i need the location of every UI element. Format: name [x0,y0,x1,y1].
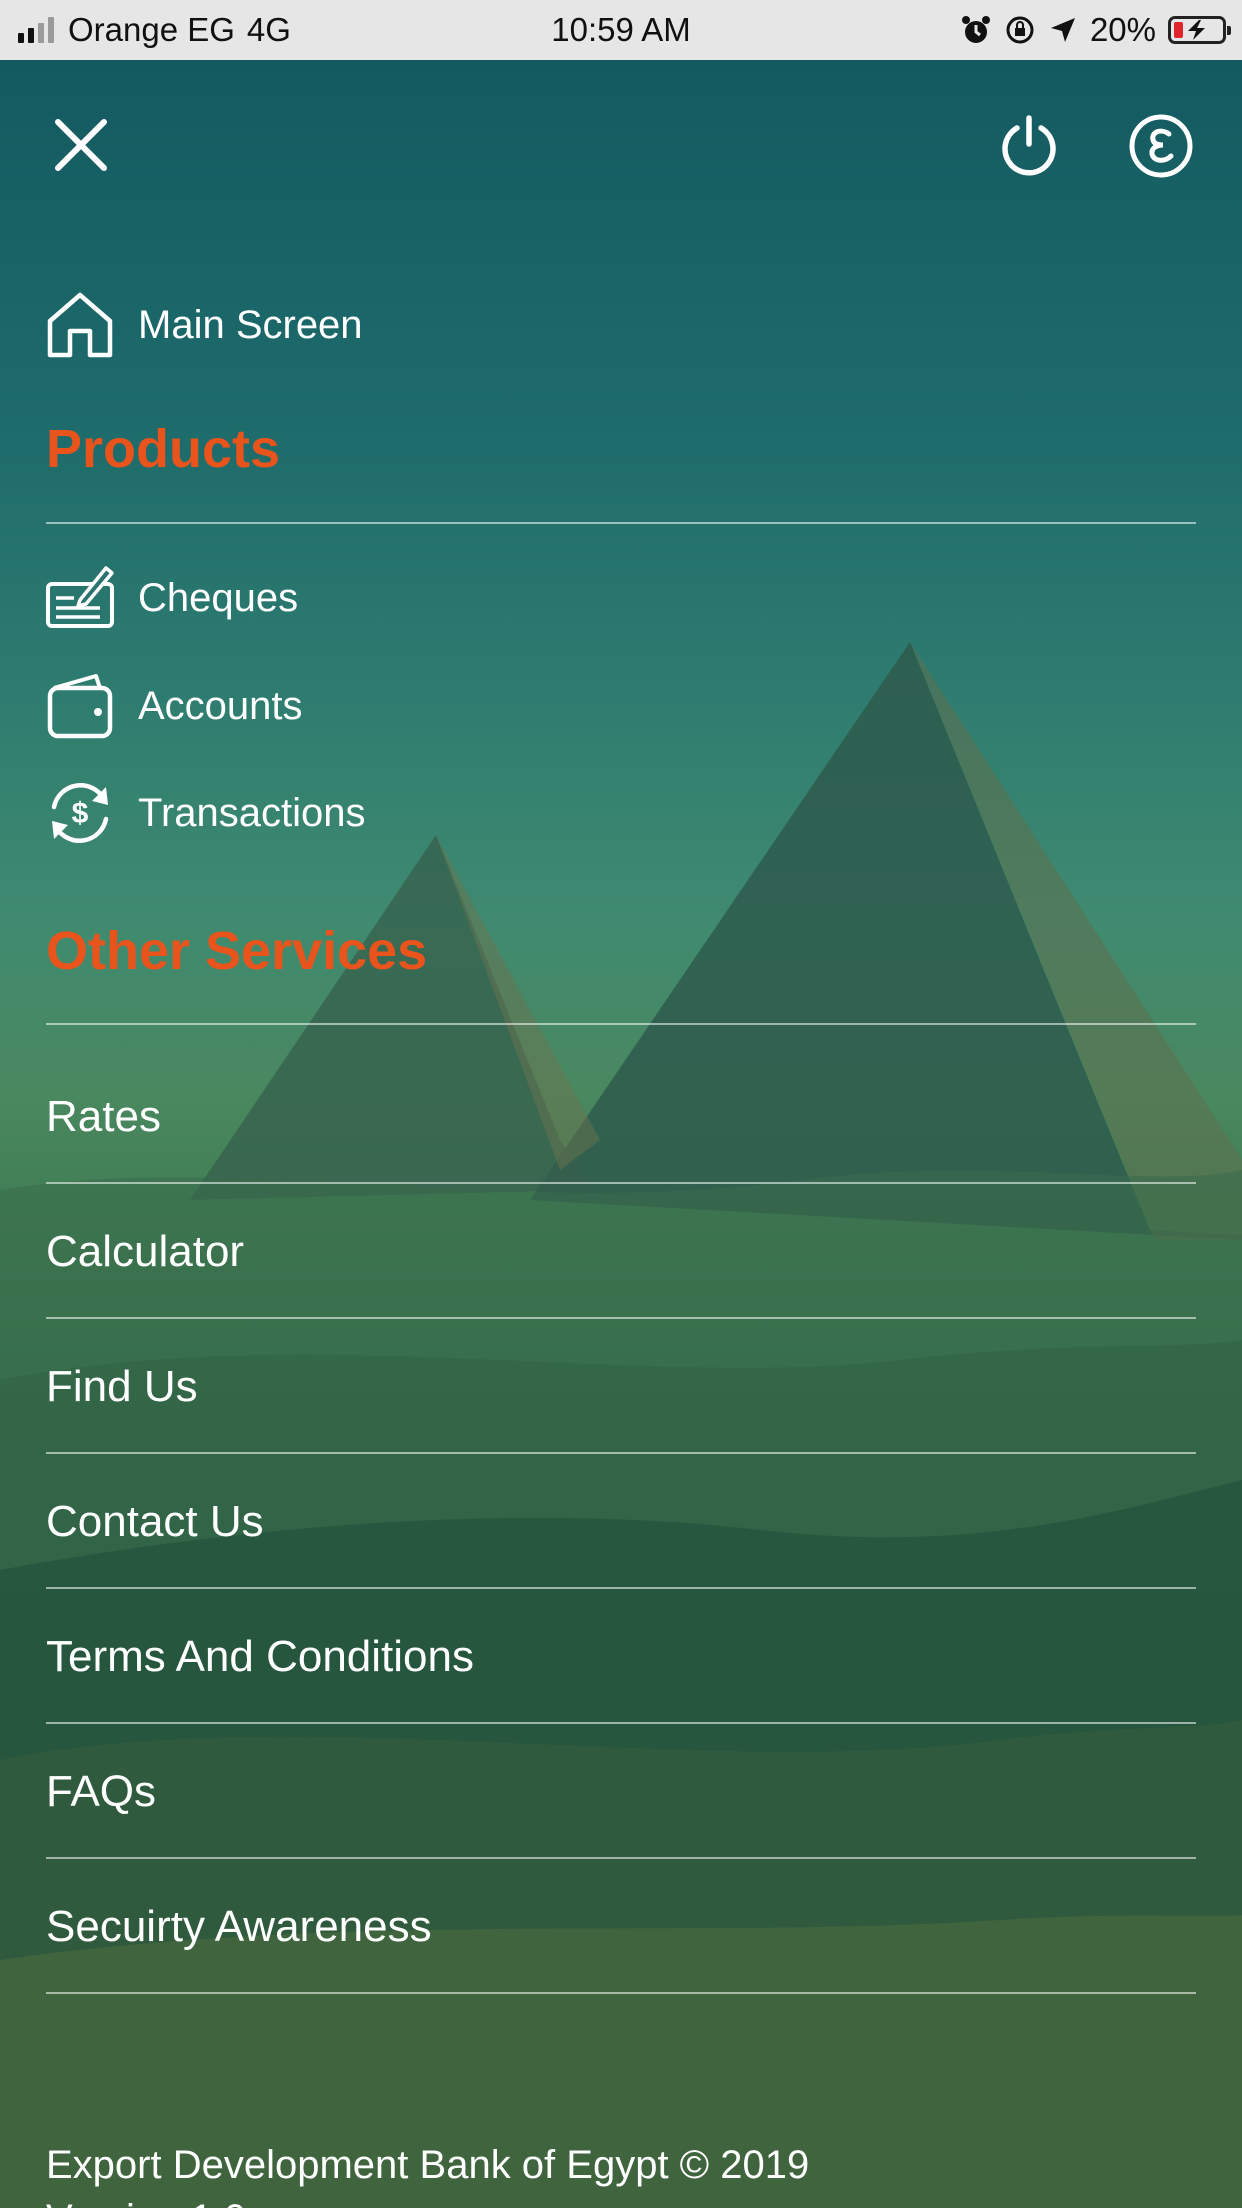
pyramids-illustration [0,642,1242,2208]
menu-item-label: Accounts [138,683,303,728]
section-title-products: Products [46,419,281,479]
menu-item-main-screen[interactable]: Main Screen [0,289,1242,361]
wallet-icon [47,674,113,739]
divider [46,1857,1196,1859]
side-menu-screen: Orange EG 4G 10:59 AM 20% Main Screen Pr… [0,0,1242,2208]
battery-icon [1168,16,1231,44]
status-bar: Orange EG 4G 10:59 AM 20% [0,0,1242,60]
cheque-icon [46,566,114,628]
rotation-lock-icon [1006,16,1034,44]
transactions-icon: $ [51,783,109,843]
divider [46,1452,1196,1454]
power-icon[interactable] [995,112,1063,180]
divider [46,1722,1196,1724]
section-title-other-services: Other Services [46,921,428,981]
divider [46,1023,1196,1025]
menu-item-label: Main Screen [138,302,363,347]
menu-item-calculator[interactable]: Calculator [46,1227,244,1277]
menu-item-label: Cheques [138,575,299,620]
menu-item-label: Transactions [138,790,366,835]
close-icon[interactable] [46,110,116,180]
menu-item-contact-us[interactable]: Contact Us [46,1497,264,1547]
background-image [0,60,1242,2208]
alarm-icon [961,16,990,43]
home-icon [47,292,113,358]
battery-percent: 20% [1089,11,1156,48]
menu-item-terms-and-conditions[interactable]: Terms And Conditions [46,1632,474,1682]
menu-item-transactions[interactable]: $ Transactions [0,777,1242,849]
divider [46,1587,1196,1589]
divider [46,1992,1196,1994]
location-arrow-icon [1050,18,1075,42]
menu-item-cheques[interactable]: Cheques [0,562,1242,634]
footer-version: Version 1.0 [46,2192,246,2208]
language-icon[interactable] [1127,112,1195,180]
svg-text:$: $ [72,797,89,830]
divider [46,522,1196,524]
status-right: 20% [960,0,1231,60]
menu-item-faqs[interactable]: FAQs [46,1767,156,1817]
divider [46,1182,1196,1184]
divider [46,1317,1196,1319]
menu-item-find-us[interactable]: Find Us [46,1362,198,1412]
menu-item-security-awareness[interactable]: Secuirty Awareness [46,1902,432,1952]
footer-copyright: Export Development Bank of Egypt © 2019 [46,2143,810,2187]
menu-item-accounts[interactable]: Accounts [0,670,1242,742]
menu-item-rates[interactable]: Rates [46,1092,161,1142]
charging-bolt-icon [1188,20,1205,40]
